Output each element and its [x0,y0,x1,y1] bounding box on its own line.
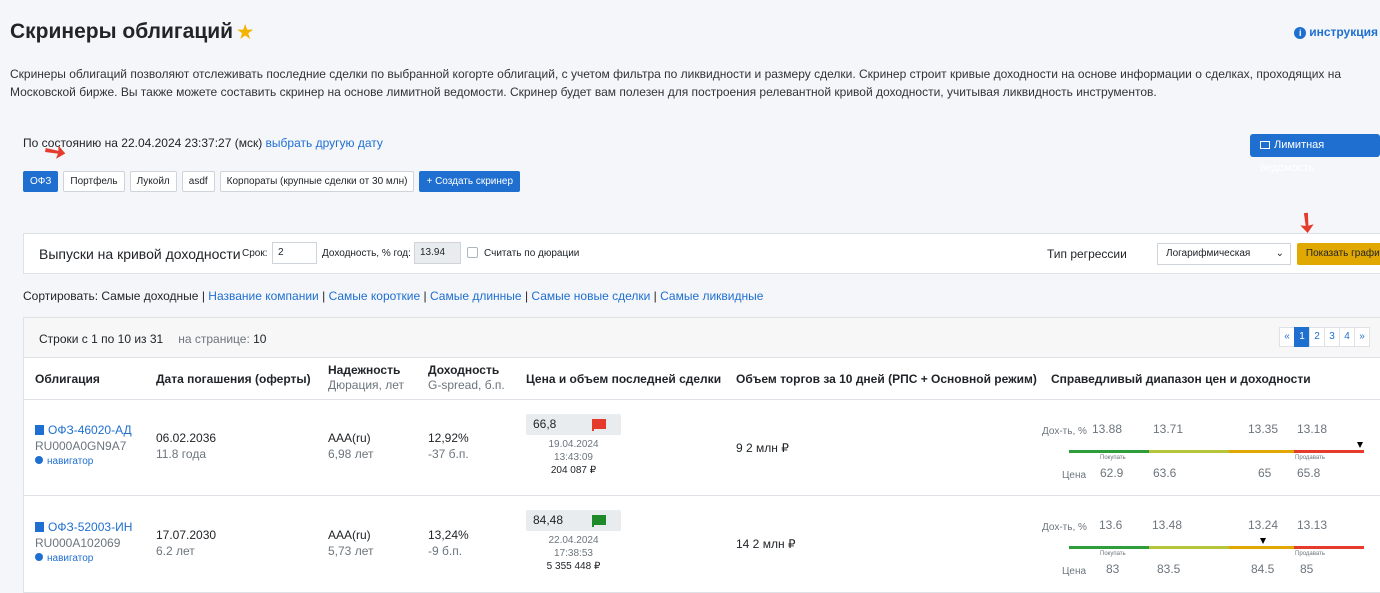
navigator-link[interactable]: навигатор [35,551,132,567]
yield-input: 13.94 [414,242,461,264]
yield-curve-panel: Выпуски на кривой доходности Срок: 2 Дох… [23,233,1380,274]
divider [24,399,1380,400]
sort-liquid[interactable]: Самые ликвидные [660,289,763,303]
sort-bar: Сортировать: Самые доходные | Название к… [23,289,764,303]
duration-label: Считать по дюрации [484,248,580,259]
th-volume[interactable]: Объем торгов за 10 дней (РПС + Основной … [736,372,1037,387]
maturity-cell: 17.07.2030 6.2 лет [156,528,217,558]
sort-longest[interactable]: Самые длинные [430,289,522,303]
rating-cell: AAA(ru) 5,73 лет [328,528,374,558]
bond-cell: ОФЗ-46020-АД RU000A0GN9A7 навигатор [35,422,132,470]
page-3[interactable]: 3 [1324,327,1340,347]
page-next[interactable]: » [1354,327,1370,347]
isin: RU000A0GN9A7 [35,439,127,453]
page-prev[interactable]: « [1279,327,1295,347]
chevron-down-icon: ⌄ [1275,248,1284,259]
deal-info: 19.04.2024 13:43:09 204 087 ₽ [548,439,599,476]
bonds-table-card: Строки с 1 по 10 из 31 на странице: 10 « … [23,317,1380,593]
bond-cell: ОФЗ-52003-ИН RU000A102069 навигатор [35,519,132,567]
table-header-bar: Строки с 1 по 10 из 31 на странице: 10 « … [24,318,1380,358]
per-page-value[interactable]: 10 [253,332,266,346]
create-screener-button[interactable]: + Создать скринер [419,171,521,192]
current-price-marker [1260,538,1266,544]
limit-list-button[interactable]: Лимитная ведомость [1250,134,1380,174]
sort-company[interactable]: Название компании [208,289,318,303]
yield-cell: 12,92% -37 б.п. [428,431,469,461]
rows-info: Строки с 1 по 10 из 31 на странице: 10 [39,332,267,346]
flag-icon [592,419,606,431]
th-yield[interactable]: Доходность G-spread, б.п. [428,363,505,393]
tab-asdf[interactable]: asdf [181,171,215,192]
page: Скринеры облигаций ★ i инструкция Скринеры… [0,0,1380,593]
tab-ofz[interactable]: ОФЗ [23,171,59,192]
term-input[interactable]: 2 [272,242,317,264]
curve-title: Выпуски на кривой доходности [39,246,241,262]
calculator-icon [35,425,44,435]
flag-icon [592,515,606,527]
regression-select[interactable]: Логарифмическая ⌄ [1157,243,1291,265]
th-bond[interactable]: Облигация [35,372,100,387]
page-title: Скринеры облигаций ★ [10,20,254,43]
last-price: 84,48 [526,510,621,531]
duration-checkbox[interactable] [467,247,478,258]
divider [24,495,1380,496]
th-rating[interactable]: Надежность Дюрация, лет [328,363,404,393]
sort-current: Самые доходные [101,289,199,303]
bond-link[interactable]: ОФЗ-52003-ИН [35,519,132,535]
bond-link[interactable]: ОФЗ-46020-АД [35,422,132,438]
page-4[interactable]: 4 [1339,327,1355,347]
last-price: 66,8 [526,414,621,435]
help-link[interactable]: i инструкция [1294,25,1378,39]
sort-newest[interactable]: Самые новые сделки [531,289,650,303]
yield-label: Доходность, % год: [322,248,411,259]
isin: RU000A102069 [35,536,121,550]
pagination: « 1 2 3 4 » [1279,327,1370,347]
page-description: Скринеры облигаций позволяют отслеживать… [10,67,1342,99]
th-range: Справедливый диапазон цен и доходности [1051,372,1311,386]
star-icon[interactable]: ★ [237,22,253,42]
sort-shortest[interactable]: Самые короткие [329,289,421,303]
current-price-marker [1357,442,1363,448]
term-label: Срок: [242,248,268,259]
tab-portfolio[interactable]: Портфель [63,171,125,192]
page-1[interactable]: 1 [1294,327,1310,347]
check-icon [35,456,43,464]
table-icon [1260,141,1270,149]
volume-cell: 14 2 млн ₽ [736,537,796,551]
rating-cell: AAA(ru) 6,98 лет [328,431,374,461]
regression-label: Тип регрессии [1047,247,1127,261]
info-icon: i [1294,27,1307,39]
calculator-icon [35,522,44,532]
tab-lukoil[interactable]: Лукойл [129,171,177,192]
page-2[interactable]: 2 [1309,327,1325,347]
navigator-link[interactable]: навигатор [35,454,132,470]
show-chart-button[interactable]: Показать график [1297,243,1380,265]
maturity-cell: 06.02.2036 11.8 года [156,431,217,461]
screener-tabs: ОФЗ Портфель Лукойл asdf Корпораты (круп… [23,171,521,192]
th-last-deal[interactable]: Цена и объем последней сделки [526,372,721,387]
th-maturity[interactable]: Дата погашения (оферты) [156,372,311,387]
check-icon [35,553,43,561]
yield-cell: 13,24% -9 б.п. [428,528,469,558]
tab-corporates[interactable]: Корпораты (крупные сделки от 30 млн) [219,171,415,192]
volume-cell: 9 2 млн ₽ [736,441,789,455]
as-of-date: По состоянию на 22.04.2024 23:37:27 (мск… [23,136,383,150]
choose-date-link[interactable]: выбрать другую дату [266,136,383,150]
deal-info: 22.04.2024 17:38:53 5 355 448 ₽ [546,535,601,572]
